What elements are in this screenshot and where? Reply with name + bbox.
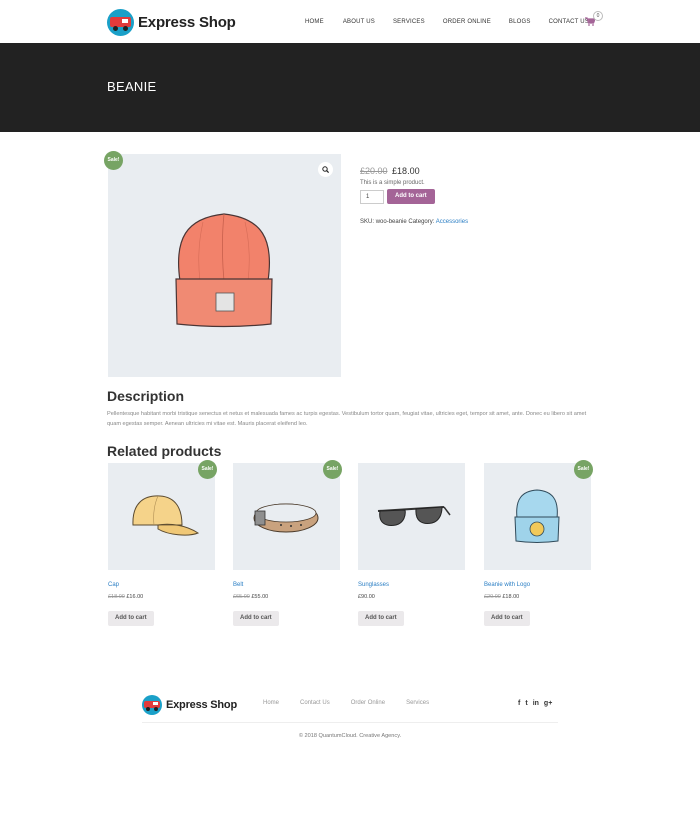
- sku-value: woo-beanie: [375, 219, 407, 225]
- related-product-image[interactable]: Sale!: [484, 460, 593, 570]
- brand-name: Express Shop: [138, 14, 236, 31]
- product-image[interactable]: [108, 154, 341, 377]
- description-heading: Description: [107, 388, 185, 404]
- category-label: Category:: [408, 219, 435, 225]
- nav-blogs[interactable]: BLOGS: [509, 19, 531, 25]
- related-product-name[interactable]: Belt: [233, 582, 340, 588]
- related-product-name[interactable]: Cap: [108, 582, 215, 588]
- old-price: £20.00: [484, 594, 501, 600]
- related-product-price: £90.00: [358, 594, 465, 600]
- related-product-name[interactable]: Sunglasses: [358, 582, 465, 588]
- add-to-cart-button[interactable]: Add to cart: [108, 611, 154, 626]
- footer-nav: Home Contact Us Order Online Services: [263, 700, 450, 706]
- sale-price: £16.00: [126, 594, 144, 600]
- sunglasses-image: [377, 506, 451, 526]
- footer-brand-name: Express Shop: [166, 699, 237, 711]
- product-price: £20.00 £18.00: [360, 166, 600, 176]
- sale-badge: Sale!: [104, 151, 123, 170]
- nav-home[interactable]: HOME: [305, 19, 324, 25]
- copyright: © 2018 QuantumCloud. Creative Agency.: [298, 733, 402, 739]
- related-product-name[interactable]: Beanie with Logo: [484, 582, 591, 588]
- product-meta: SKU: woo-beanie Category: Accessories: [360, 219, 600, 225]
- belt-image: [253, 503, 319, 533]
- product-summary: £20.00 £18.00 This is a simple product. …: [360, 166, 600, 225]
- footer-link-contact-us[interactable]: Contact Us: [300, 700, 330, 706]
- footer-link-order-online[interactable]: Order Online: [351, 700, 385, 706]
- category-link[interactable]: Accessories: [436, 219, 468, 225]
- old-price: £20.00: [360, 166, 388, 176]
- truck-logo-icon: [142, 695, 162, 715]
- nav-services[interactable]: SERVICES: [393, 19, 425, 25]
- related-product-image[interactable]: Sale!: [108, 460, 217, 570]
- nav-about-us[interactable]: ABOUT US: [343, 19, 375, 25]
- sale-badge: Sale!: [323, 460, 342, 479]
- twitter-icon[interactable]: t: [525, 700, 527, 707]
- add-to-cart-button[interactable]: Add to cart: [233, 611, 279, 626]
- old-price: £18.00: [108, 594, 125, 600]
- facebook-icon[interactable]: f: [518, 700, 520, 707]
- related-product-card: Sale! Cap £18.00 £16.00 Add to cart: [108, 460, 217, 626]
- related-product-price: £18.00 £16.00: [108, 594, 215, 600]
- footer-logo[interactable]: Express Shop: [142, 695, 237, 715]
- related-product-image[interactable]: Sale!: [233, 460, 342, 570]
- related-product-card: Sunglasses £90.00 Add to cart: [358, 463, 465, 626]
- sku-label: SKU:: [360, 219, 375, 225]
- footer-link-services[interactable]: Services: [406, 700, 429, 706]
- add-to-cart-form: 1 Add to cart: [360, 189, 600, 204]
- related-product-price: £20.00 £18.00: [484, 594, 591, 600]
- sale-badge: Sale!: [574, 460, 593, 479]
- price: £90.00: [358, 594, 375, 600]
- beanie-image: [175, 213, 273, 328]
- related-product-image[interactable]: [358, 463, 465, 570]
- linkedin-icon[interactable]: in: [533, 700, 539, 707]
- sale-price: £55.00: [251, 594, 269, 600]
- related-product-card: Sale! Belt £65.00 £55.00 Add to cart: [233, 460, 342, 626]
- cap-image: [132, 495, 200, 536]
- description-text: Pellentesque habitant morbi tristique se…: [107, 411, 587, 427]
- truck-logo-icon: [107, 9, 134, 36]
- add-to-cart-button[interactable]: Add to cart: [484, 611, 530, 626]
- related-product-card: Sale! Beanie with Logo £20.00 £18.00 Add…: [484, 460, 593, 626]
- sale-badge: Sale!: [198, 460, 217, 479]
- zoom-icon[interactable]: [318, 162, 333, 177]
- beanie-with-logo-image: [514, 489, 560, 543]
- cart-count-badge: 0: [593, 11, 603, 21]
- footer-divider: [142, 722, 558, 723]
- related-products-heading: Related products: [107, 443, 222, 459]
- page-title: BEANIE: [107, 79, 157, 94]
- site-logo[interactable]: Express Shop: [107, 9, 236, 36]
- site-header: Express Shop HOME ABOUT US SERVICES ORDE…: [0, 0, 700, 43]
- old-price: £65.00: [233, 594, 250, 600]
- add-to-cart-button[interactable]: Add to cart: [358, 611, 404, 626]
- sale-price: £18.00: [502, 594, 520, 600]
- main-nav: HOME ABOUT US SERVICES ORDER ONLINE BLOG…: [305, 19, 607, 25]
- nav-contact-us[interactable]: CONTACT US: [549, 19, 589, 25]
- related-product-price: £65.00 £55.00: [233, 594, 340, 600]
- add-to-cart-button[interactable]: Add to cart: [387, 189, 435, 204]
- social-links: f t in g+: [518, 700, 557, 707]
- nav-order-online[interactable]: ORDER ONLINE: [443, 19, 491, 25]
- footer-link-home[interactable]: Home: [263, 700, 279, 706]
- google-plus-icon[interactable]: g+: [544, 700, 552, 707]
- short-description: This is a simple product.: [360, 180, 425, 186]
- page-title-band: BEANIE: [0, 43, 700, 132]
- quantity-input[interactable]: 1: [360, 189, 384, 204]
- sale-price: £18.00: [392, 166, 420, 176]
